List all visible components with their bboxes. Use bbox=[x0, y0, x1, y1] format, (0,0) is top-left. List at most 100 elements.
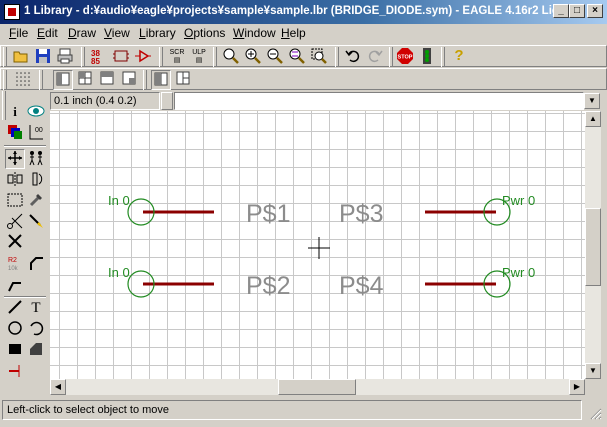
layout-split-right-icon[interactable] bbox=[173, 70, 193, 90]
main-toolbar: 38 85 SCR ▤ ULP ▤ STOP ? bbox=[0, 45, 607, 67]
wire-icon[interactable] bbox=[5, 299, 25, 319]
help-icon[interactable]: ? bbox=[449, 47, 469, 67]
palette-separator bbox=[4, 145, 46, 147]
pad-label: P$2 bbox=[246, 272, 290, 300]
pin-icon[interactable] bbox=[5, 362, 25, 382]
name-icon[interactable]: R2 10k bbox=[5, 254, 25, 274]
layout-split-left-icon[interactable] bbox=[151, 70, 171, 90]
pin-name-label: In 0 bbox=[108, 193, 130, 208]
stop-icon[interactable]: STOP bbox=[395, 47, 415, 67]
scroll-left-button[interactable]: ◀ bbox=[50, 379, 66, 395]
miter-icon[interactable] bbox=[26, 254, 46, 274]
drawing-canvas[interactable]: In 0 In 0 Pwr 0 Pwr 0 P$1 P$2 P$3 P$4 bbox=[50, 111, 585, 379]
toolbar-grip[interactable] bbox=[3, 70, 7, 90]
grid-toolbar bbox=[0, 68, 607, 90]
split-icon[interactable] bbox=[5, 275, 25, 295]
text-icon[interactable]: T bbox=[26, 299, 46, 319]
coordinate-display: 0.1 inch (0.4 0.2) bbox=[50, 92, 160, 110]
open-icon[interactable] bbox=[11, 47, 31, 67]
palette-separator bbox=[4, 296, 46, 298]
menu-view[interactable]: View bbox=[104, 26, 130, 40]
toolbar-separator bbox=[143, 70, 147, 90]
symbol-drawing: In 0 In 0 Pwr 0 Pwr 0 P$1 P$2 P$3 P$4 bbox=[108, 193, 535, 300]
toolbar-grip[interactable] bbox=[3, 47, 7, 67]
info-icon[interactable]: i bbox=[5, 102, 25, 122]
command-history-button[interactable] bbox=[161, 92, 173, 110]
command-input[interactable] bbox=[174, 92, 584, 110]
rotate-icon[interactable] bbox=[26, 170, 46, 190]
toolbar-separator bbox=[389, 47, 393, 67]
layout-corner-icon[interactable] bbox=[119, 70, 139, 90]
grid-icon[interactable] bbox=[13, 70, 33, 90]
toolbar-separator bbox=[441, 47, 445, 67]
group-icon[interactable] bbox=[5, 191, 25, 211]
save-icon[interactable] bbox=[33, 47, 53, 67]
svg-text:STOP: STOP bbox=[398, 55, 413, 61]
copy-icon[interactable] bbox=[26, 149, 46, 169]
show-icon[interactable] bbox=[26, 102, 46, 122]
board-icon[interactable] bbox=[111, 47, 131, 67]
menu-options[interactable]: Options bbox=[184, 26, 225, 40]
menu-draw[interactable]: Draw bbox=[68, 26, 96, 40]
paste-icon[interactable] bbox=[26, 212, 46, 232]
polygon-icon[interactable] bbox=[26, 341, 46, 361]
print-icon[interactable] bbox=[55, 47, 75, 67]
tool-palette: i 00 R2 10k T bbox=[0, 100, 50, 395]
script-icon[interactable]: SCR ▤ bbox=[167, 47, 187, 67]
zoom-area-icon[interactable] bbox=[309, 47, 329, 67]
minimize-button[interactable]: _ bbox=[553, 4, 569, 18]
menu-window[interactable]: Window bbox=[233, 26, 276, 40]
display-layers-icon[interactable] bbox=[5, 123, 25, 143]
toolbar-separator bbox=[213, 47, 217, 67]
close-button[interactable]: × bbox=[587, 4, 603, 18]
cut-icon[interactable] bbox=[5, 212, 25, 232]
pin-name-label: In 0 bbox=[108, 265, 130, 280]
schematic-icon[interactable]: 38 85 bbox=[89, 47, 109, 67]
rect-icon[interactable] bbox=[5, 341, 25, 361]
move-icon[interactable] bbox=[5, 149, 25, 169]
mark-icon[interactable]: 00 bbox=[26, 123, 46, 143]
toolbar-separator bbox=[159, 47, 163, 67]
arc-icon[interactable] bbox=[26, 320, 46, 340]
pad-label: P$3 bbox=[339, 200, 383, 228]
undo-icon[interactable] bbox=[343, 47, 363, 67]
vertical-scroll-thumb[interactable] bbox=[585, 208, 601, 286]
layout-quad-icon[interactable] bbox=[75, 70, 95, 90]
resize-grip-icon[interactable] bbox=[588, 406, 602, 420]
maximize-button[interactable]: □ bbox=[569, 4, 585, 18]
scrollbar-corner bbox=[585, 379, 601, 395]
scroll-right-button[interactable]: ▶ bbox=[569, 379, 585, 395]
horizontal-scroll-thumb[interactable] bbox=[278, 379, 356, 395]
circle-icon[interactable] bbox=[5, 320, 25, 340]
zoom-out-icon[interactable] bbox=[265, 47, 285, 67]
toolbar-separator bbox=[39, 70, 43, 90]
app-icon[interactable] bbox=[4, 4, 20, 20]
layout-top-icon[interactable] bbox=[97, 70, 117, 90]
pad-label: P$1 bbox=[246, 200, 290, 228]
menu-help[interactable]: Help bbox=[281, 26, 306, 40]
zoom-fit-icon[interactable] bbox=[221, 47, 241, 67]
command-dropdown-button[interactable]: ▼ bbox=[584, 93, 600, 109]
menu-library[interactable]: Library bbox=[139, 26, 176, 40]
ulp-icon[interactable]: ULP ▤ bbox=[189, 47, 209, 67]
vertical-scrollbar[interactable]: ▲ ▼ bbox=[585, 111, 601, 379]
title-bar[interactable]: 1 Library - d:¥audio¥eagle¥projects¥samp… bbox=[0, 0, 607, 24]
menu-file[interactable]: File bbox=[9, 26, 28, 40]
go-icon[interactable] bbox=[417, 47, 437, 67]
change-icon[interactable] bbox=[26, 191, 46, 211]
zoom-in-icon[interactable] bbox=[243, 47, 263, 67]
pin-name-label: Pwr 0 bbox=[502, 193, 535, 208]
menu-bar: File Edit Draw View Library Options Wind… bbox=[0, 24, 607, 44]
menu-edit[interactable]: Edit bbox=[37, 26, 58, 40]
zoom-redraw-icon[interactable] bbox=[287, 47, 307, 67]
horizontal-scrollbar[interactable]: ◀ ▶ bbox=[50, 379, 585, 395]
symbol-icon[interactable] bbox=[133, 47, 153, 67]
window-title: 1 Library - d:¥audio¥eagle¥projects¥samp… bbox=[24, 5, 570, 17]
layout-align-left-icon[interactable] bbox=[53, 70, 73, 90]
mirror-icon[interactable] bbox=[5, 170, 25, 190]
delete-icon[interactable] bbox=[5, 233, 25, 253]
scroll-up-button[interactable]: ▲ bbox=[585, 111, 601, 127]
redo-icon[interactable] bbox=[365, 47, 385, 67]
scroll-down-button[interactable]: ▼ bbox=[585, 363, 601, 379]
svg-text:00: 00 bbox=[35, 127, 43, 134]
